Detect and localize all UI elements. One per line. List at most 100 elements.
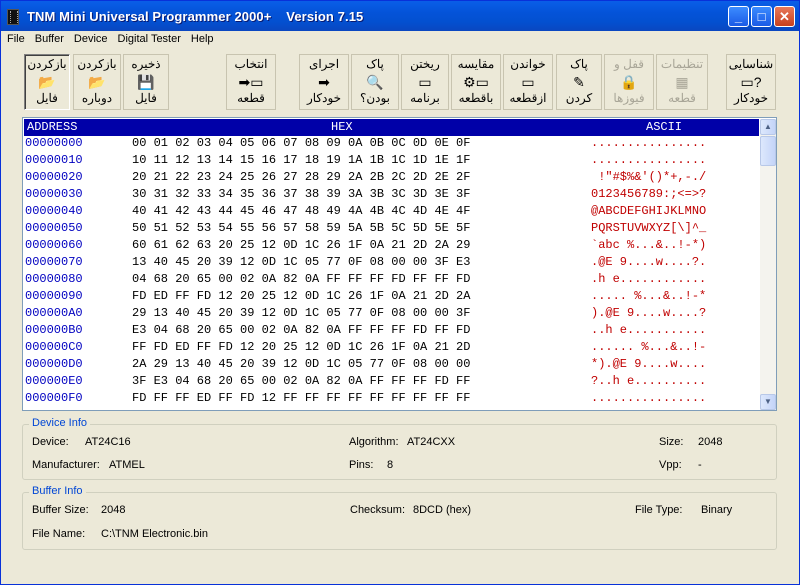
row-hex-bytes[interactable]: 40 41 42 43 44 45 46 47 48 49 4A 4B 4C 4… [132, 204, 470, 218]
row-hex-bytes[interactable]: 30 31 32 33 34 35 36 37 38 39 3A 3B 3C 3… [132, 187, 470, 201]
row-ascii[interactable]: `abc %...&..!-*) [591, 238, 706, 252]
row-address[interactable]: 000000E0 [25, 374, 83, 388]
toolbar-label-top: خواندن [510, 57, 546, 71]
row-address[interactable]: 000000B0 [25, 323, 83, 337]
row-hex-bytes[interactable]: 3F E3 04 68 20 65 00 02 0A 82 0A FF FF F… [132, 374, 470, 388]
toolbar-label-bottom: خودکار [733, 91, 769, 105]
row-address[interactable]: 000000A0 [25, 306, 83, 320]
open-file-button[interactable]: بازکردن 📂 فایل [24, 54, 70, 110]
row-hex-bytes[interactable]: FF FD ED FF FD 12 20 25 12 0D 1C 26 1F 0… [132, 340, 470, 354]
erase-button[interactable]: پاک ✎ کردن [556, 54, 602, 110]
buffer-size-value: 2048 [101, 504, 126, 516]
file-type-value: Binary [701, 504, 733, 516]
menu-buffer[interactable]: Buffer [29, 31, 68, 45]
toolbar-label-bottom: قطعه [237, 91, 265, 105]
row-ascii[interactable]: ................ [591, 391, 706, 405]
row-address[interactable]: 00000070 [25, 255, 83, 269]
row-ascii[interactable]: PQRSTUVWXYZ[\]^_ [591, 221, 706, 235]
blank-check-button[interactable]: پاک 🔍 بودن؟ [351, 54, 399, 110]
row-address[interactable]: 00000030 [25, 187, 83, 201]
scroll-thumb[interactable] [760, 136, 776, 166]
menu-digital-tester[interactable]: Digital Tester [112, 31, 185, 45]
row-ascii[interactable]: ?..h e.......... [591, 374, 706, 388]
vertical-scrollbar[interactable]: ▲ ▼ [760, 119, 776, 410]
manufacturer-value: ATMEL [109, 459, 145, 471]
menu-device[interactable]: Device [68, 31, 112, 45]
row-address[interactable]: 00000050 [25, 221, 83, 235]
auto-detect-button[interactable]: شناسایی ▭? خودکار [726, 54, 776, 110]
menu-help[interactable]: Help [185, 31, 218, 45]
row-address[interactable]: 00000020 [25, 170, 83, 184]
toolbar-label-bottom: خودکار [306, 91, 342, 105]
menu-file[interactable]: File [1, 31, 29, 45]
hex-rows[interactable]: 00000000 00 01 02 03 04 05 06 07 08 09 0A… [24, 136, 759, 410]
close-button[interactable]: ✕ [774, 6, 795, 27]
row-hex-bytes[interactable]: 10 11 12 13 14 15 16 17 18 19 1A 1B 1C 1… [132, 153, 470, 167]
scroll-up-button[interactable]: ▲ [760, 119, 776, 135]
chip-settings-icon: ▦ [675, 74, 689, 90]
file-name-label: File Name: [32, 528, 86, 540]
device-info-group: Device Info Device: AT24C16 Algorithm: A… [22, 417, 777, 480]
reopen-file-button[interactable]: بازکردن 📂 دوباره [73, 54, 121, 110]
program-button[interactable]: ریختن ▭ برنامه [401, 54, 449, 110]
row-hex-bytes[interactable]: 04 68 20 65 00 02 0A 82 0A FF FF FF FD F… [132, 272, 470, 286]
toolbar-label-bottom: فیوزها [613, 91, 645, 105]
chip-settings-button[interactable]: تنظیمات ▦ قطعه [656, 54, 708, 110]
row-hex-bytes[interactable]: 00 01 02 03 04 05 06 07 08 09 0A 0B 0C 0… [132, 136, 470, 150]
minimize-button[interactable]: _ [728, 6, 749, 27]
buffer-info-title: Buffer Info [29, 485, 86, 497]
read-chip-icon: ▭ [521, 74, 535, 90]
row-hex-bytes[interactable]: 20 21 22 23 24 25 26 27 28 29 2A 2B 2C 2… [132, 170, 470, 184]
toolbar-label-bottom: قطعه [668, 91, 696, 105]
row-hex-bytes[interactable]: 29 13 40 45 20 39 12 0D 1C 05 77 0F 08 0… [132, 306, 470, 320]
folder-open-icon: 📂 [38, 74, 56, 90]
lock-fuses-button[interactable]: قفل و 🔒 فیوزها [604, 54, 654, 110]
row-ascii[interactable]: *).@E 9....w.... [591, 357, 706, 371]
verify-button[interactable]: مقایسه ⚙▭ باقطعه [451, 54, 501, 110]
row-ascii[interactable]: .h e............ [591, 272, 706, 286]
row-ascii[interactable]: @ABCDEFGHIJKLMNO [591, 204, 706, 218]
hex-editor[interactable]: ADDRESS HEX ASCII 00000000 00 01 02 03 04… [22, 117, 777, 411]
save-file-button[interactable]: ذخیره 💾 فایل [123, 54, 169, 110]
title-bar[interactable]: TNM Mini Universal Programmer 2000+ Vers… [1, 1, 799, 31]
algorithm-label: Algorithm: [349, 436, 399, 448]
row-address[interactable]: 00000040 [25, 204, 83, 218]
row-hex-bytes[interactable]: FD FF FF ED FF FD 12 FF FF FF FF FF FF F… [132, 391, 470, 405]
vpp-label: Vpp: [659, 459, 682, 471]
toolbar-label-top: انتخاب [234, 57, 268, 71]
row-address[interactable]: 000000C0 [25, 340, 83, 354]
row-ascii[interactable]: ..h e........... [591, 323, 706, 337]
scroll-down-button[interactable]: ▼ [760, 394, 776, 410]
row-ascii[interactable]: ................ [591, 153, 706, 167]
row-hex-bytes[interactable]: 60 61 62 63 20 25 12 0D 1C 26 1F 0A 21 2… [132, 238, 470, 252]
row-address[interactable]: 00000090 [25, 289, 83, 303]
row-ascii[interactable]: ..... %...&..!-* [591, 289, 706, 303]
row-ascii[interactable]: !"#$%&'()*+,-./ [591, 170, 706, 184]
verify-icon: ⚙▭ [463, 74, 489, 90]
main-window: TNM Mini Universal Programmer 2000+ Vers… [0, 0, 800, 585]
row-ascii[interactable]: 0123456789:;<=>? [591, 187, 706, 201]
row-address[interactable]: 00000010 [25, 153, 83, 167]
row-ascii[interactable]: ................ [591, 136, 706, 150]
toolbar-label-top: پاک [366, 57, 384, 71]
row-address[interactable]: 00000060 [25, 238, 83, 252]
read-chip-button[interactable]: خواندن ▭ ازقطعه [503, 54, 553, 110]
row-hex-bytes[interactable]: FD ED FF FD 12 20 25 12 0D 1C 26 1F 0A 2… [132, 289, 470, 303]
row-hex-bytes[interactable]: E3 04 68 20 65 00 02 0A 82 0A FF FF FF F… [132, 323, 470, 337]
row-address[interactable]: 000000F0 [25, 391, 83, 405]
row-address[interactable]: 00000080 [25, 272, 83, 286]
row-hex-bytes[interactable]: 50 51 52 53 54 55 56 57 58 59 5A 5B 5C 5… [132, 221, 470, 235]
maximize-button[interactable]: □ [751, 6, 772, 27]
hex-header: ADDRESS HEX ASCII [24, 119, 759, 136]
row-address[interactable]: 000000D0 [25, 357, 83, 371]
row-ascii[interactable]: .@E 9....w....?. [591, 255, 706, 269]
row-hex-bytes[interactable]: 13 40 45 20 39 12 0D 1C 05 77 0F 08 00 0… [132, 255, 470, 269]
row-hex-bytes[interactable]: 2A 29 13 40 45 20 39 12 0D 1C 05 77 0F 0… [132, 357, 470, 371]
row-ascii[interactable]: ).@E 9....w....? [591, 306, 706, 320]
row-address[interactable]: 00000000 [25, 136, 83, 150]
row-ascii[interactable]: ...... %...&..!- [591, 340, 706, 354]
toolbar-label-bottom: ازقطعه [509, 91, 547, 105]
select-chip-button[interactable]: انتخاب ➡▭ قطعه [226, 54, 276, 110]
auto-run-button[interactable]: اجرای ➡ خودکار [299, 54, 349, 110]
lock-icon: 🔒 [620, 74, 638, 90]
